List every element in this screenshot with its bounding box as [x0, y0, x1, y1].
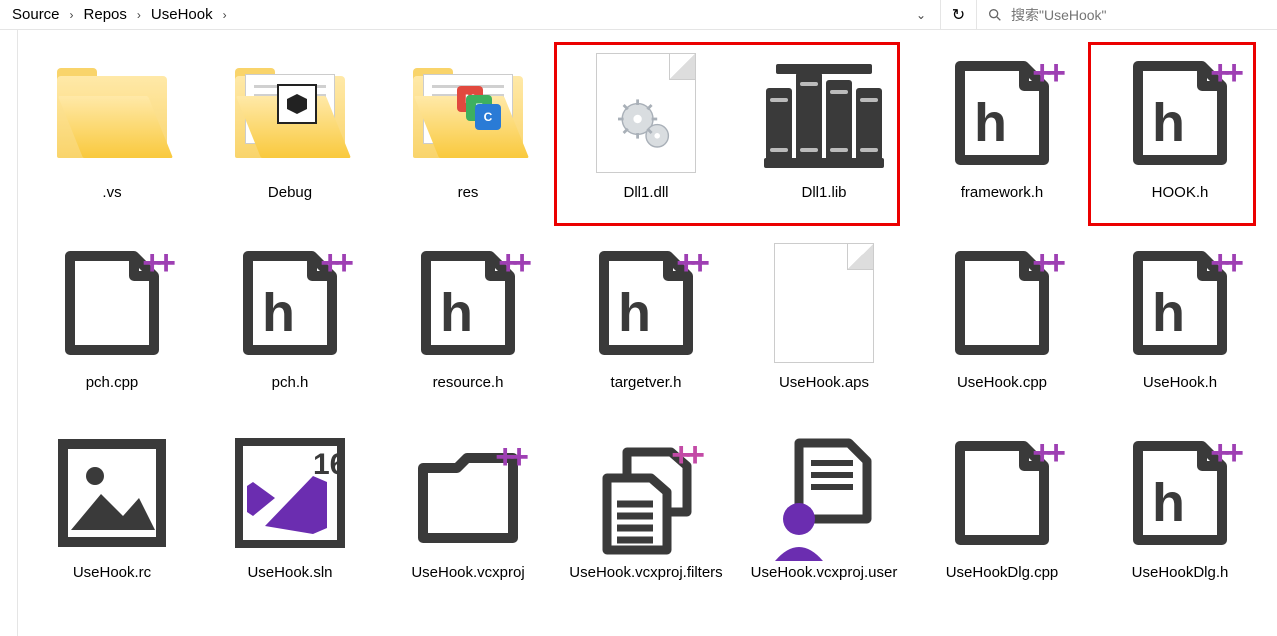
file-label: Debug	[268, 184, 312, 203]
h-cpp-icon: h ++	[225, 238, 355, 368]
file-item[interactable]: Debug	[204, 44, 376, 234]
h-cpp-icon: h ++	[1115, 428, 1245, 558]
file-item[interactable]: Dll1.dll	[560, 44, 732, 234]
file-label: targetver.h	[611, 374, 682, 393]
h-cpp-icon: h ++	[937, 48, 1067, 178]
file-label: res	[458, 184, 479, 203]
breadcrumb-item-2[interactable]: UseHook	[147, 4, 217, 25]
svg-text:16: 16	[313, 448, 345, 481]
file-item[interactable]: h ++ framework.h	[916, 44, 1088, 234]
h-cpp-icon: h ++	[1115, 238, 1245, 368]
file-item[interactable]: h ++ targetver.h	[560, 234, 732, 424]
file-item[interactable]: ++ UseHook.vcxproj.filters	[560, 424, 732, 614]
file-item[interactable]: UseHook.vcxproj.user	[738, 424, 910, 614]
breadcrumb[interactable]: Source › Repos › UseHook › ⌄	[0, 0, 941, 29]
file-label: UseHook.aps	[779, 374, 869, 393]
file-item[interactable]: UseHook.aps	[738, 234, 910, 424]
file-label: UseHookDlg.h	[1132, 564, 1229, 583]
lib-icon	[759, 48, 889, 178]
cpp-icon: ++	[937, 428, 1067, 558]
file-item[interactable]: 16 UseHook.sln	[204, 424, 376, 614]
file-item[interactable]: h ++ resource.h	[382, 234, 554, 424]
search-input[interactable]	[1011, 7, 1267, 23]
file-item[interactable]: .vs	[26, 44, 198, 234]
file-grid: .vs Debug MFC res	[18, 30, 1277, 636]
proj-filters-icon: ++	[581, 428, 711, 558]
file-item[interactable]: h ++ UseHookDlg.h	[1094, 424, 1266, 614]
search-box[interactable]	[977, 0, 1277, 29]
h-cpp-icon: h ++	[1115, 48, 1245, 178]
breadcrumb-item-1[interactable]: Repos	[80, 4, 131, 25]
breadcrumb-dropdown[interactable]: ⌄	[910, 8, 932, 22]
file-label: .vs	[102, 184, 121, 203]
breadcrumb-item-0[interactable]: Source	[8, 4, 64, 25]
image-icon	[47, 428, 177, 558]
sidebar-gutter	[0, 30, 18, 636]
file-label: HOOK.h	[1152, 184, 1209, 203]
folder-res-icon: MFC	[403, 48, 533, 178]
sln-icon: 16	[225, 428, 355, 558]
folder-3d-icon	[225, 48, 355, 178]
file-label: UseHook.rc	[73, 564, 151, 583]
h-cpp-icon: h ++	[581, 238, 711, 368]
cpp-icon: ++	[47, 238, 177, 368]
chevron-right-icon: ›	[223, 8, 227, 22]
file-label: resource.h	[433, 374, 504, 393]
cpp-icon: ++	[937, 238, 1067, 368]
file-item[interactable]: h ++ pch.h	[204, 234, 376, 424]
blank-icon	[759, 238, 889, 368]
file-item[interactable]: h ++ UseHook.h	[1094, 234, 1266, 424]
folder-icon	[47, 48, 177, 178]
file-label: Dll1.dll	[623, 184, 668, 203]
file-label: UseHookDlg.cpp	[946, 564, 1059, 583]
proj-icon: ++	[403, 428, 533, 558]
toolbar: Source › Repos › UseHook › ⌄ ↻	[0, 0, 1277, 30]
file-label: pch.cpp	[86, 374, 139, 393]
file-item[interactable]: ++ UseHookDlg.cpp	[916, 424, 1088, 614]
content-area: .vs Debug MFC res	[0, 30, 1277, 636]
chevron-right-icon: ›	[137, 8, 141, 22]
refresh-button[interactable]: ↻	[941, 0, 977, 29]
file-label: UseHook.vcxproj.user	[751, 564, 898, 583]
file-label: UseHook.vcxproj	[411, 564, 524, 583]
file-label: UseHook.sln	[247, 564, 332, 583]
file-label: UseHook.h	[1143, 374, 1217, 393]
file-label: Dll1.lib	[801, 184, 846, 203]
h-cpp-icon: h ++	[403, 238, 533, 368]
file-item[interactable]: ++ pch.cpp	[26, 234, 198, 424]
chevron-right-icon: ›	[70, 8, 74, 22]
dll-icon	[581, 48, 711, 178]
file-item[interactable]: UseHook.rc	[26, 424, 198, 614]
file-label: UseHook.vcxproj.filters	[569, 564, 722, 583]
file-item[interactable]: h ++ HOOK.h	[1094, 44, 1266, 234]
file-item[interactable]: ++ UseHook.vcxproj	[382, 424, 554, 614]
file-label: pch.h	[272, 374, 309, 393]
file-label: UseHook.cpp	[957, 374, 1047, 393]
file-label: framework.h	[961, 184, 1044, 203]
file-item[interactable]: MFC res	[382, 44, 554, 234]
file-item[interactable]: ++ UseHook.cpp	[916, 234, 1088, 424]
file-item[interactable]: Dll1.lib	[738, 44, 910, 234]
search-icon	[987, 7, 1003, 23]
proj-user-icon	[759, 428, 889, 558]
